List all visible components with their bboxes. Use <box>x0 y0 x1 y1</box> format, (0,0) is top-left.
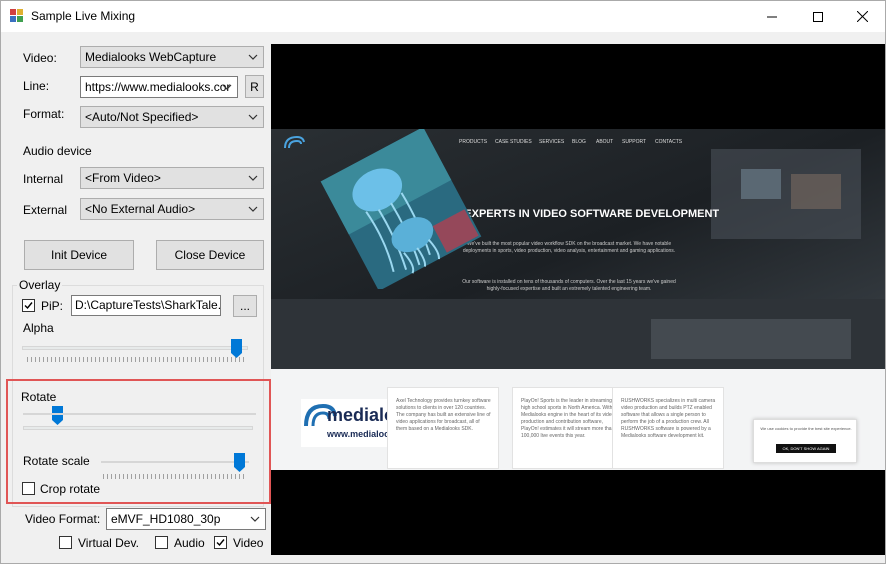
alpha-slider-ticks <box>27 357 245 362</box>
hero-paragraph-2: Our software is installed on tens of tho… <box>462 279 676 292</box>
rotate-scale-slider-thumb[interactable] <box>233 453 245 472</box>
case-card-text: PlayOn! Sports is the leader in streamin… <box>521 398 617 439</box>
pip-checkbox[interactable] <box>22 299 35 312</box>
website-hero: PRODUCTS CASE STUDIES SERVICES BLOG ABOU… <box>271 129 885 369</box>
rotate-slider-bar <box>23 426 253 430</box>
case-card-text: RUSHWORKS specializes in multi camera vi… <box>621 398 716 439</box>
video-source-select[interactable]: Medialooks WebCapture <box>80 46 264 68</box>
case-card: Axel Technology provides turnkey softwar… <box>387 387 499 469</box>
alpha-slider-track[interactable] <box>22 346 248 350</box>
video-format-value: eMVF_HD1080_30p <box>111 512 221 526</box>
browse-button[interactable]: ... <box>233 295 257 317</box>
cookie-text: We use cookies to provide the best site … <box>760 426 852 431</box>
audio-label: Audio <box>174 536 205 550</box>
format-label: Format: <box>23 107 65 121</box>
case-card-text: Axel Technology provides turnkey softwar… <box>396 398 491 432</box>
rotate-slider-track[interactable] <box>23 413 256 415</box>
init-device-button[interactable]: Init Device <box>24 240 134 270</box>
close-icon <box>856 11 868 22</box>
video-label: Video: <box>23 51 57 65</box>
chevron-down-icon <box>248 114 258 120</box>
checkmark-icon <box>216 539 225 547</box>
rotate-slider-thumb[interactable] <box>51 406 63 425</box>
case-card: PlayOn! Sports is the leader in streamin… <box>512 387 624 469</box>
nav-item: SUPPORT <box>622 139 647 145</box>
crop-rotate-label: Crop rotate <box>40 482 101 496</box>
refresh-button[interactable]: R <box>245 75 264 98</box>
internal-audio-select[interactable]: <From Video> <box>80 167 264 189</box>
chevron-down-icon <box>248 175 258 181</box>
chevron-down-icon <box>248 54 258 60</box>
crop-rotate-checkbox[interactable] <box>22 482 35 495</box>
overlay-group-label: Overlay <box>17 278 63 292</box>
line-url-select[interactable]: https://www.medialooks.cor <box>80 76 238 98</box>
video-source-value: Medialooks WebCapture <box>85 50 217 64</box>
alpha-slider-thumb[interactable] <box>230 339 242 358</box>
rotate-scale-slider-track[interactable] <box>101 461 249 463</box>
close-window-button[interactable] <box>839 1 885 32</box>
alpha-label: Alpha <box>23 321 54 335</box>
rotate-scale-label: Rotate scale <box>23 454 90 468</box>
video-preview[interactable]: PRODUCTS CASE STUDIES SERVICES BLOG ABOU… <box>271 44 885 555</box>
window-title: Sample Live Mixing <box>31 9 136 23</box>
nav-item: CONTACTS <box>655 139 683 145</box>
cookie-accept-button[interactable]: OK, DON'T SHOW AGAIN <box>776 444 836 453</box>
video-checkbox[interactable] <box>214 536 227 549</box>
video-format-select[interactable]: eMVF_HD1080_30p <box>106 508 266 530</box>
internal-audio-value: <From Video> <box>85 171 161 185</box>
video-label-output: Video <box>233 536 264 550</box>
cookie-banner: We use cookies to provide the best site … <box>753 419 857 463</box>
virtual-dev-checkbox[interactable] <box>59 536 72 549</box>
minimize-icon <box>767 16 777 17</box>
case-card: RUSHWORKS specializes in multi camera vi… <box>612 387 724 469</box>
nav-item: SERVICES <box>539 139 565 145</box>
audio-device-label: Audio device <box>23 144 92 158</box>
close-device-button[interactable]: Close Device <box>156 240 264 270</box>
nav-item: BLOG <box>572 139 586 145</box>
external-audio-select[interactable]: <No External Audio> <box>80 198 264 220</box>
format-select[interactable]: <Auto/Not Specified> <box>80 106 264 128</box>
minimize-button[interactable] <box>749 1 795 32</box>
virtual-dev-label: Virtual Dev. <box>78 536 139 550</box>
rotate-label: Rotate <box>21 390 57 404</box>
video-format-label: Video Format: <box>25 512 101 526</box>
hero-paragraph-1: We've built the most popular video workf… <box>462 241 676 254</box>
pip-path-input[interactable]: D:\CaptureTests\SharkTale.avi <box>71 295 221 316</box>
chevron-down-icon <box>222 84 232 90</box>
maximize-icon <box>813 11 823 22</box>
audio-checkbox[interactable] <box>155 536 168 549</box>
checkmark-icon <box>24 302 33 310</box>
website-cards-section: medialooks www.medialooks.com Axel Techn… <box>271 369 885 470</box>
title-bar: Sample Live Mixing <box>1 1 885 32</box>
app-icon <box>10 9 24 23</box>
format-value: <Auto/Not Specified> <box>85 110 199 124</box>
line-label: Line: <box>23 79 50 93</box>
maximize-button[interactable] <box>795 1 841 32</box>
external-audio-value: <No External Audio> <box>85 202 196 216</box>
internal-label: Internal <box>23 172 64 186</box>
pip-overlay-image <box>320 129 482 289</box>
nav-item: CASE STUDIES <box>495 139 532 145</box>
nav-item: ABOUT <box>596 139 614 145</box>
chevron-down-icon <box>250 516 260 522</box>
pip-label: PiP: <box>41 299 64 313</box>
site-logo-icon <box>284 135 305 149</box>
external-label: External <box>23 203 68 217</box>
chevron-down-icon <box>248 206 258 212</box>
main-window: Sample Live Mixing Video: Medialooks Web… <box>0 0 886 564</box>
rotate-scale-slider-ticks <box>103 474 245 479</box>
line-url-value: https://www.medialooks.cor <box>85 80 231 94</box>
